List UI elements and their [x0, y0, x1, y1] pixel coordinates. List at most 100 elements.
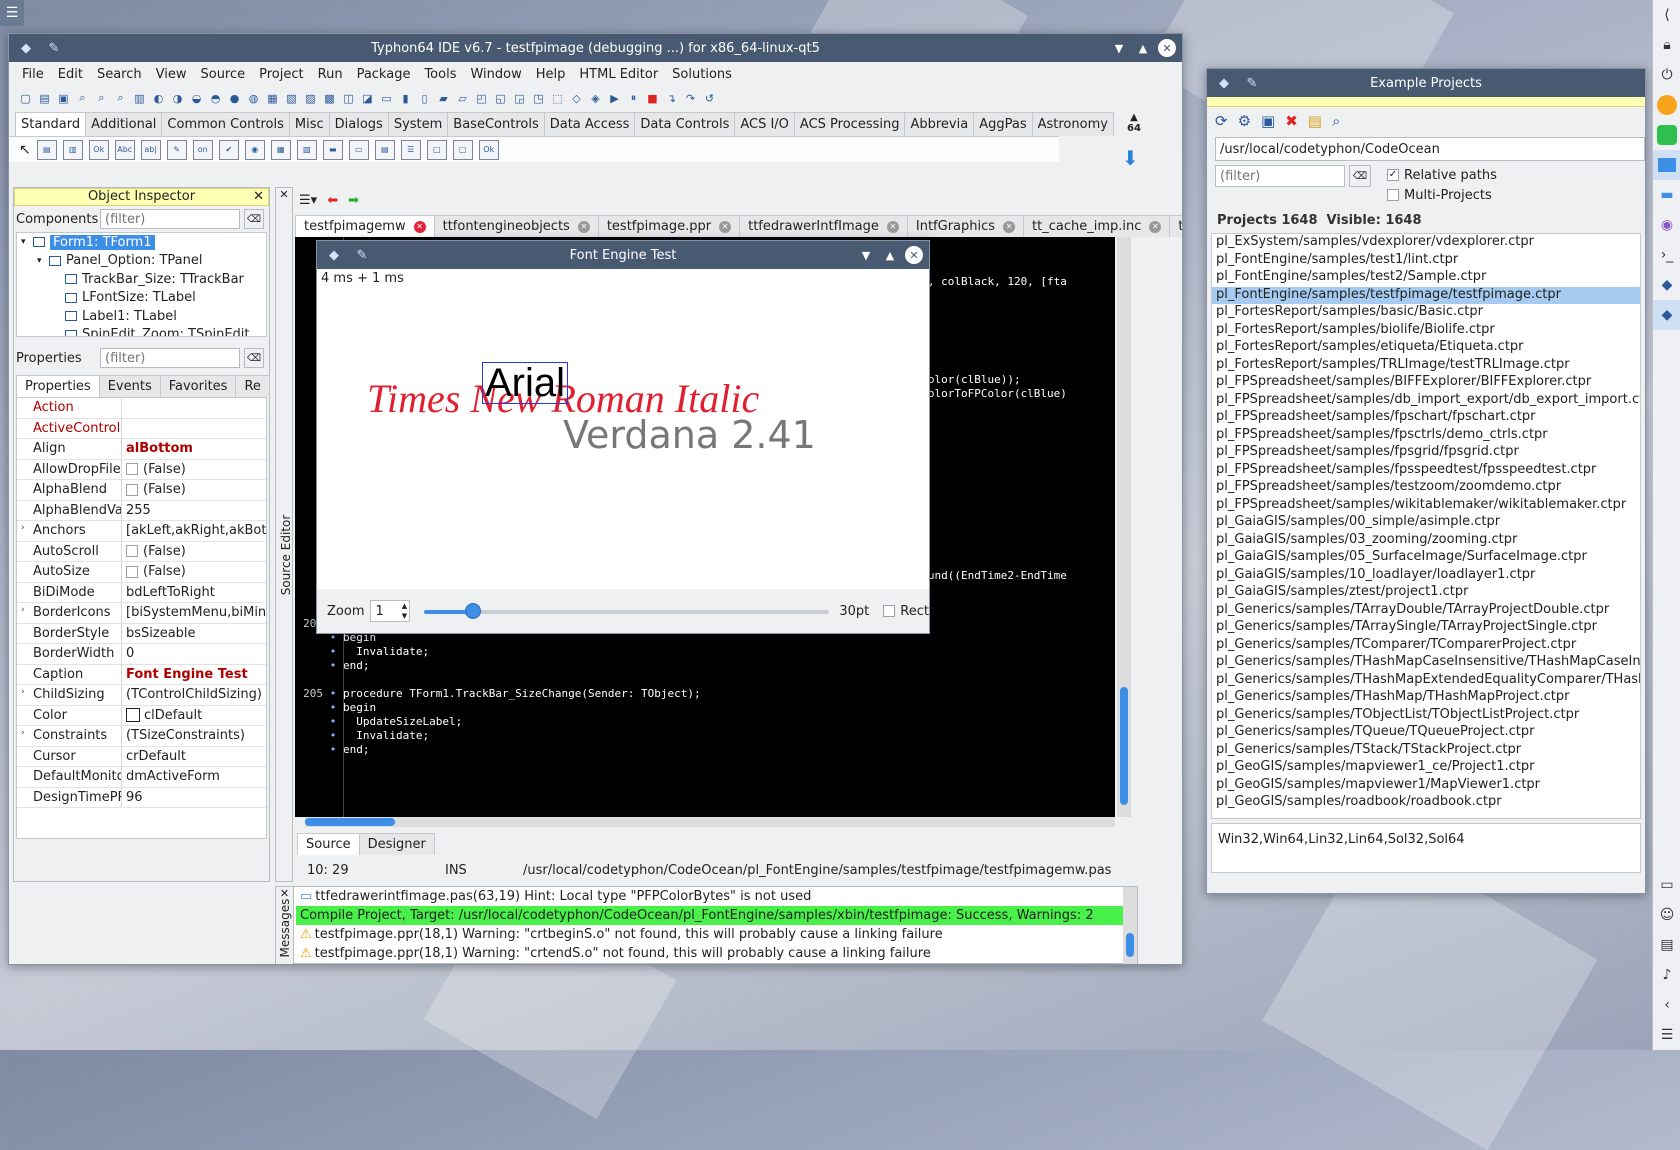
property-row[interactable]: AutoSize (False) [17, 562, 266, 583]
search-icon[interactable]: ⌕ [1332, 112, 1340, 130]
palette-tab-additional[interactable]: Additional [85, 112, 163, 136]
example-projects-titlebar[interactable]: ◆ ✎ Example Projects [1207, 69, 1645, 97]
minimize-button[interactable]: ▼ [1110, 39, 1128, 57]
palette-tab-astronomy[interactable]: Astronomy [1031, 112, 1114, 136]
size-trackbar[interactable] [424, 601, 830, 621]
toolbar-tool-icon[interactable]: ▩ [321, 90, 338, 107]
component-icon[interactable]: Abc [114, 139, 135, 160]
toolbar-tool-icon[interactable]: ▦ [264, 90, 281, 107]
pin-icon[interactable]: ✎ [43, 37, 65, 59]
volume-icon[interactable]: ♪ [1653, 960, 1680, 990]
property-value[interactable]: (False) [121, 562, 266, 582]
project-item[interactable]: pl_FPSpreadsheet/samples/testzoom/zoomde… [1212, 479, 1640, 497]
breakpoint-gutter-icon[interactable]: • [323, 701, 343, 714]
app-orange-icon[interactable] [1653, 90, 1680, 120]
clean-icon[interactable]: ✖ [1285, 112, 1298, 130]
toolbar-tool-icon[interactable]: ◇ [568, 90, 585, 107]
palette-tab-acs-processing[interactable]: ACS Processing [793, 112, 906, 136]
palette-tab-acs-i-o[interactable]: ACS I/O [734, 112, 795, 136]
editor-tab[interactable]: IntfGraphics ✕ [906, 215, 1025, 237]
toolbar-tool-icon[interactable]: ↺ [701, 90, 718, 107]
project-item[interactable]: pl_Generics/samples/THashMapExtendedEqua… [1212, 672, 1640, 690]
editor-tab[interactable]: tt_cache_imp.inc ✕ [1023, 215, 1171, 237]
project-item[interactable]: pl_FPSpreadsheet/samples/wikitablemaker/… [1212, 497, 1640, 515]
project-item[interactable]: pl_FPSpreadsheet/samples/fpschart/fpscha… [1212, 409, 1640, 427]
property-row[interactable]: ActiveControl [17, 418, 266, 439]
project-item[interactable]: pl_GaiaGIS/samples/03_zooming/zooming.ct… [1212, 532, 1640, 550]
property-row[interactable]: DefaultMonitor dmActiveForm [17, 767, 266, 788]
property-value[interactable]: bdLeftToRight [121, 582, 266, 602]
breakpoint-gutter-icon[interactable]: • [323, 645, 343, 658]
user-icon[interactable]: ☺ [1653, 900, 1680, 930]
project-item[interactable]: pl_GaiaGIS/samples/00_simple/asimple.ctp… [1212, 514, 1640, 532]
toolbar-tool-icon[interactable]: ⌕ [93, 90, 110, 107]
source-editor-side-tab[interactable]: ✕ Source Editor [275, 187, 293, 882]
lock-icon[interactable]: 🔒︎ [1653, 30, 1680, 60]
build-icon[interactable]: ⚙ [1238, 112, 1251, 130]
toolbar-tool-icon[interactable]: ◰ [473, 90, 490, 107]
example-filter-input[interactable] [1215, 165, 1345, 187]
palette-tab-data-access[interactable]: Data Access [543, 112, 636, 136]
tree-expander-icon[interactable]: ▾ [21, 237, 33, 247]
project-item[interactable]: pl_FortesReport/samples/basic/Basic.ctpr [1212, 304, 1640, 322]
message-hint[interactable]: ▭ ttfedrawerintfimage.pas(63,19) Hint: Lo… [296, 887, 1123, 906]
property-value[interactable]: dmActiveForm [121, 767, 266, 787]
property-tab-favorites[interactable]: Favorites [159, 375, 237, 397]
properties-filter-input[interactable] [100, 348, 240, 368]
component-icon[interactable]: ▭ [348, 139, 369, 160]
menu-solutions[interactable]: Solutions [665, 67, 739, 82]
tree-node[interactable]: ▾ Form1: TForm1 [17, 233, 266, 252]
ide-titlebar[interactable]: ◆ ✎ Typhon64 IDE v6.7 - testfpimage (deb… [9, 34, 1182, 62]
project-item[interactable]: pl_Generics/samples/THashMapCaseInsensit… [1212, 654, 1640, 672]
editor-tab[interactable]: testfpimage.ppr ✕ [597, 215, 741, 237]
tree-node[interactable]: Label1: TLabel [17, 307, 266, 326]
property-row[interactable]: AutoScroll (False) [17, 541, 266, 562]
toolbar-tool-icon[interactable]: ▭ [378, 90, 395, 107]
breakpoint-gutter-icon[interactable]: • [323, 659, 343, 672]
vertical-scrollbar[interactable] [1117, 237, 1131, 817]
breakpoint-gutter-icon[interactable]: • [323, 743, 343, 756]
property-value[interactable]: bsSizeable [121, 623, 266, 643]
editor-menu-icon[interactable]: ☰▾ [299, 193, 317, 208]
project-item[interactable]: pl_GaiaGIS/samples/ztest/project1.ctpr [1212, 584, 1640, 602]
menu-edit[interactable]: Edit [51, 67, 90, 82]
component-icon[interactable]: ◉ [244, 139, 265, 160]
property-value[interactable]: (False) [121, 480, 266, 500]
kde-logo-icon[interactable]: ⟨ [1653, 0, 1680, 30]
view-tab-designer[interactable]: Designer [358, 833, 435, 855]
project-item[interactable]: pl_Generics/samples/TComparer/TComparerP… [1212, 637, 1640, 655]
expand-icon[interactable]: › [21, 728, 25, 738]
editor-tab[interactable]: ttfedrawerIntfImage ✕ [739, 215, 908, 237]
property-value[interactable]: crDefault [121, 746, 266, 766]
breakpoint-gutter-icon[interactable]: • [323, 687, 343, 700]
menu-window[interactable]: Window [463, 67, 528, 82]
spin-arrows-icon[interactable]: ▲ ▼ [402, 601, 407, 621]
toolbar-tool-icon[interactable]: ◲ [511, 90, 528, 107]
menu-view[interactable]: View [149, 67, 194, 82]
toolbar-tool-icon[interactable]: ◈ [587, 90, 604, 107]
view-tab-source[interactable]: Source [297, 833, 360, 855]
pin-icon[interactable]: ✎ [1241, 72, 1263, 94]
project-item[interactable]: pl_FPSpreadsheet/samples/fpsgrid/fpsgrid… [1212, 444, 1640, 462]
close-icon[interactable]: ✕ [253, 189, 264, 204]
clear-filter-icon[interactable]: ⌫ [244, 348, 264, 368]
component-icon[interactable]: ▦ [270, 139, 291, 160]
menu-file[interactable]: File [15, 67, 51, 82]
property-value[interactable] [121, 418, 266, 438]
download-arrow-icon[interactable]: ⬇ [1122, 146, 1139, 170]
editor-tab[interactable]: tt_ [1169, 215, 1182, 237]
toolbar-tool-icon[interactable]: ▧ [283, 90, 300, 107]
checkbox-box[interactable] [883, 605, 896, 617]
tree-node[interactable]: TrackBar_Size: TTrackBar [17, 270, 266, 289]
clear-filter-icon[interactable]: ⌫ [1349, 165, 1371, 187]
project-item[interactable]: pl_GeoGIS/samples/mapviewer1/MapViewer1.… [1212, 777, 1640, 795]
palette-tab-system[interactable]: System [387, 112, 449, 136]
project-item[interactable]: pl_Generics/samples/TStack/TStackProject… [1212, 742, 1640, 760]
open-icon[interactable]: ▣ [1261, 112, 1275, 130]
toolbar-tool-icon[interactable]: ◪ [359, 90, 376, 107]
expand-icon[interactable]: › [21, 605, 25, 615]
tree-expander-icon[interactable]: ▾ [37, 256, 49, 266]
menu-tools[interactable]: Tools [417, 67, 463, 82]
project-item[interactable]: pl_FPSpreadsheet/samples/fpsspeedtest/fp… [1212, 462, 1640, 480]
property-row[interactable]: AllowDropFiles (False) [17, 459, 266, 480]
